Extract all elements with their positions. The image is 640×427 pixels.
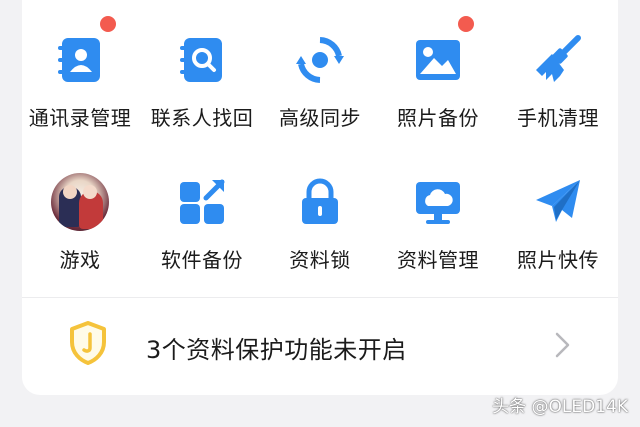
tool-label: 软件备份: [161, 248, 243, 272]
tool-label: 手机清理: [517, 106, 599, 130]
notification-badge: [100, 16, 116, 32]
game-avatar-icon: [50, 172, 110, 232]
tool-advanced-sync[interactable]: 高级同步: [256, 30, 384, 140]
tool-label: 照片备份: [397, 106, 479, 130]
watermark: 头条 @OLED14K: [492, 397, 628, 417]
tool-photo-backup[interactable]: 照片备份: [374, 16, 502, 140]
tool-label: 联系人找回: [150, 106, 254, 130]
shield-icon: [70, 321, 106, 365]
chevron-right-icon: [555, 332, 570, 358]
tool-data-manage[interactable]: 资料管理: [374, 172, 502, 282]
tool-label: 资料锁: [289, 248, 351, 272]
app-backup-icon: [172, 172, 232, 232]
tool-label: 照片快传: [517, 248, 599, 272]
tool-app-backup[interactable]: 软件备份: [138, 172, 266, 282]
broom-icon: [528, 30, 588, 90]
tool-photo-transfer[interactable]: 照片快传: [494, 172, 622, 282]
tool-contacts-manage[interactable]: 通讯录管理: [16, 16, 144, 140]
tool-data-lock[interactable]: 资料锁: [256, 172, 384, 282]
tool-phone-cleanup[interactable]: 手机清理: [494, 30, 622, 140]
notification-badge: [458, 16, 474, 32]
cloud-monitor-icon: [408, 172, 468, 232]
tool-game[interactable]: 游戏: [16, 172, 144, 282]
protection-alert-row[interactable]: 3个资料保护功能未开启: [22, 298, 618, 394]
protection-alert-text: 3个资料保护功能未开启: [146, 336, 407, 364]
tool-label: 游戏: [59, 248, 101, 272]
tool-label: 通讯录管理: [28, 106, 132, 130]
contact-search-icon: [172, 30, 232, 90]
photo-icon: [408, 16, 474, 90]
tool-contact-recovery[interactable]: 联系人找回: [138, 30, 266, 140]
lock-icon: [290, 172, 350, 232]
tool-label: 高级同步: [279, 106, 361, 130]
paper-plane-icon: [528, 172, 588, 232]
sync-icon: [290, 30, 350, 90]
tool-label: 资料管理: [397, 248, 479, 272]
contacts-book-icon: [50, 16, 116, 90]
